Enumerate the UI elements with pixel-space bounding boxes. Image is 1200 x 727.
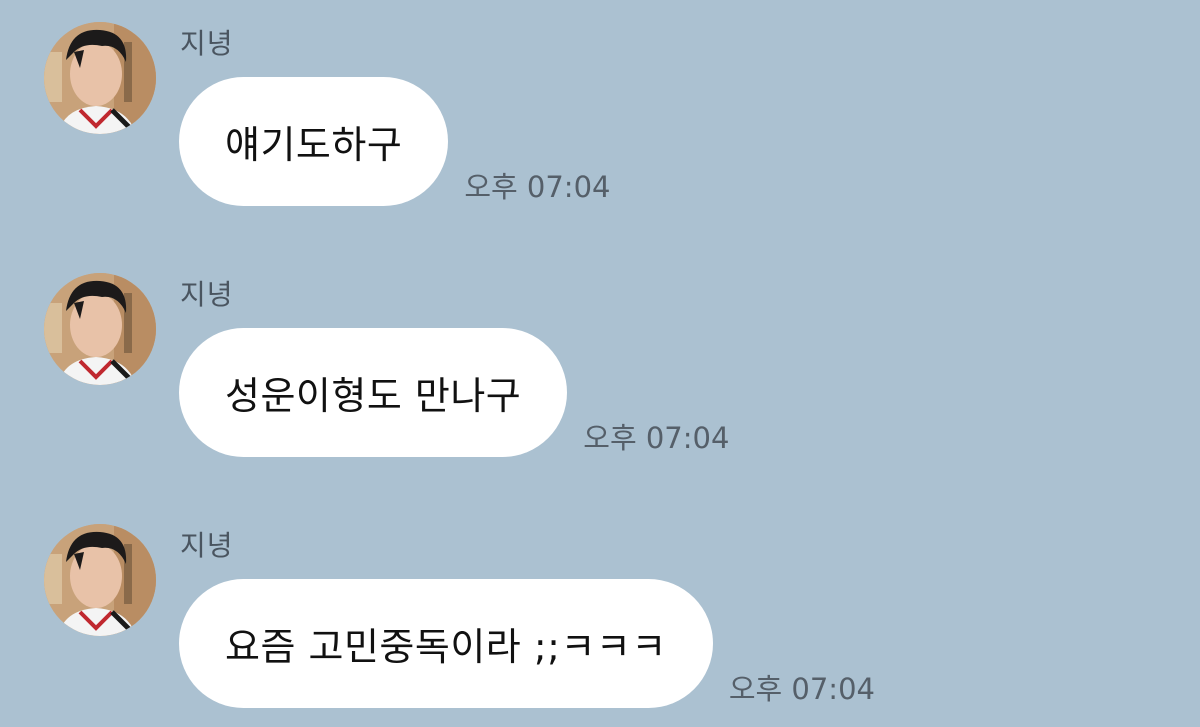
- message-bubble[interactable]: 요즘 고민중독이라 ;;ㅋㅋㅋ: [179, 579, 713, 708]
- sender-name: 지녕: [180, 278, 234, 311]
- avatar[interactable]: [44, 524, 156, 636]
- message-bubble[interactable]: 성운이형도 만나구: [179, 328, 568, 457]
- message-time: 오후 07:04: [728, 672, 875, 706]
- avatar[interactable]: [44, 273, 156, 385]
- profile-photo-icon: [44, 273, 156, 385]
- sender-name: 지녕: [180, 27, 234, 60]
- sender-name: 지녕: [180, 529, 234, 562]
- profile-photo-icon: [44, 22, 156, 134]
- message-time: 오후 07:04: [583, 421, 730, 455]
- profile-photo-icon: [44, 524, 156, 636]
- message-row: 성운이형도 만나구 오후 07:04: [179, 328, 729, 457]
- avatar[interactable]: [44, 22, 156, 134]
- message-bubble[interactable]: 얘기도하구: [179, 77, 449, 206]
- message-row: 얘기도하구 오후 07:04: [179, 77, 610, 206]
- message-row: 요즘 고민중독이라 ;;ㅋㅋㅋ 오후 07:04: [179, 579, 875, 708]
- message-time: 오후 07:04: [464, 170, 611, 204]
